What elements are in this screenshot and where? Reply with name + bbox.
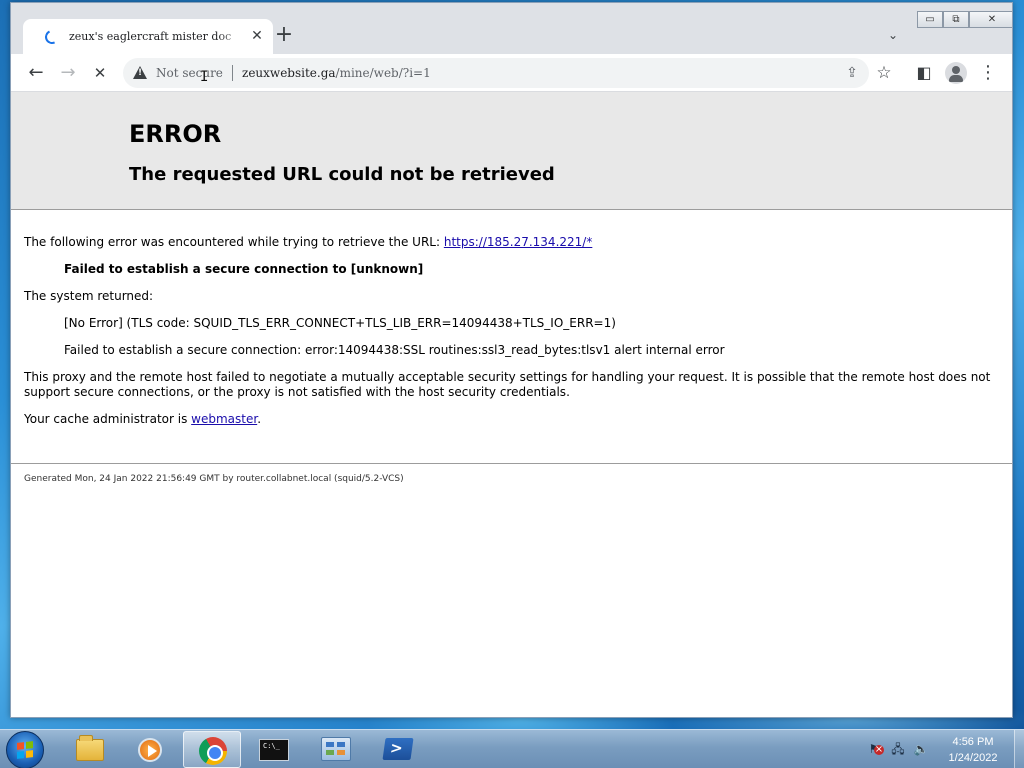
url-path: /mine/web/?i=1 [335, 66, 431, 80]
cmd-icon [259, 739, 289, 761]
clock-time: 4:56 PM [952, 736, 994, 748]
action-center-flag-icon[interactable]: ⚑ [866, 741, 884, 757]
forward-button[interactable]: → [57, 62, 79, 84]
share-icon[interactable]: ⇪ [843, 64, 861, 82]
warning-icon[interactable] [133, 66, 147, 79]
taskbar-item-powershell[interactable] [369, 731, 427, 768]
folder-icon [76, 735, 104, 761]
address-separator [232, 65, 233, 81]
admin-prefix: Your cache administrator is [24, 412, 192, 426]
admin-suffix: . [257, 412, 262, 426]
taskbar-item-chrome[interactable] [183, 731, 241, 768]
webmaster-link[interactable]: webmaster [191, 412, 257, 426]
security-indicator[interactable]: Not secure [156, 66, 223, 80]
taskbar-item-control-panel[interactable] [307, 731, 365, 768]
profile-avatar[interactable] [945, 62, 967, 84]
intro-paragraph: The following error was encountered whil… [24, 235, 592, 250]
browser-window: zeux's eaglercraft mister doc ✕ + ⌄ ▭ ⧉ … [10, 2, 1013, 718]
network-icon[interactable]: 🖧 [890, 741, 906, 757]
volume-icon[interactable]: 🔈 [913, 741, 929, 757]
system-error-code: [No Error] (TLS code: SQUID_TLS_ERR_CONN… [64, 316, 616, 330]
taskbar-item-cmd[interactable] [245, 731, 303, 768]
bookmark-star-icon[interactable]: ☆ [873, 62, 895, 84]
admin-paragraph: Your cache administrator is webmaster. [24, 412, 261, 427]
system-error-detail: Failed to establish a secure connection:… [64, 343, 725, 357]
page-subtitle: The requested URL could not be retrieved [129, 164, 555, 185]
clock[interactable]: 4:56 PM 1/24/2022 [935, 734, 1011, 766]
browser-toolbar: ← → ✕ Not secure zeuxwebsite.ga/mine/web… [11, 54, 1012, 92]
taskbar-item-media-player[interactable] [120, 731, 178, 768]
page-title: ERROR [129, 120, 222, 148]
control-panel-icon [321, 737, 351, 761]
clock-date: 1/24/2022 [948, 752, 998, 764]
tab-active[interactable]: zeux's eaglercraft mister doc ✕ [23, 19, 273, 55]
start-button[interactable] [6, 731, 44, 768]
address-bar[interactable]: Not secure zeuxwebsite.ga/mine/web/?i=1 … [123, 58, 869, 88]
system-returned-label: The system returned: [24, 289, 154, 303]
text-cursor-icon: I [200, 69, 209, 85]
powershell-icon [382, 738, 414, 760]
side-panel-icon[interactable]: ◧ [913, 62, 935, 84]
requested-url-link[interactable]: https://185.27.134.221/* [444, 235, 592, 249]
page-content: ERROR The requested URL could not be ret… [11, 92, 1012, 717]
footer-divider [11, 463, 1012, 464]
media-player-icon [138, 738, 162, 762]
stop-loading-button[interactable]: ✕ [89, 62, 111, 84]
tab-strip: zeux's eaglercraft mister doc ✕ + ⌄ ▭ ⧉ … [11, 3, 1012, 55]
explanation-paragraph: This proxy and the remote host failed to… [24, 370, 991, 399]
error-heading: Failed to establish a secure connection … [64, 262, 424, 276]
restore-button[interactable]: ⧉ [943, 11, 969, 28]
url-text[interactable]: zeuxwebsite.ga/mine/web/?i=1 [242, 66, 431, 80]
footer-generated: Generated Mon, 24 Jan 2022 21:56:49 GMT … [24, 474, 404, 484]
tab-title: zeux's eaglercraft mister doc [69, 30, 232, 43]
url-host: zeuxwebsite.ga [242, 66, 336, 80]
loading-spinner-icon [43, 28, 61, 46]
tab-close-icon[interactable]: ✕ [249, 28, 265, 44]
menu-kebab-icon[interactable]: ⋮ [977, 62, 999, 84]
new-tab-button[interactable]: + [273, 24, 295, 47]
chrome-icon [199, 737, 227, 765]
window-controls: ▭ ⧉ ✕ [917, 11, 1012, 28]
show-desktop-button[interactable] [1014, 730, 1024, 768]
taskbar-item-explorer[interactable] [60, 731, 118, 768]
taskbar: ⚑ 🖧 🔈 4:56 PM 1/24/2022 [0, 729, 1024, 768]
error-header: ERROR The requested URL could not be ret… [11, 92, 1012, 210]
back-button[interactable]: ← [25, 62, 47, 84]
close-window-button[interactable]: ✕ [969, 11, 1012, 28]
minimize-button[interactable]: ▭ [917, 11, 943, 28]
intro-text: The following error was encountered whil… [24, 235, 444, 249]
tab-search-chevron-icon[interactable]: ⌄ [885, 27, 901, 43]
